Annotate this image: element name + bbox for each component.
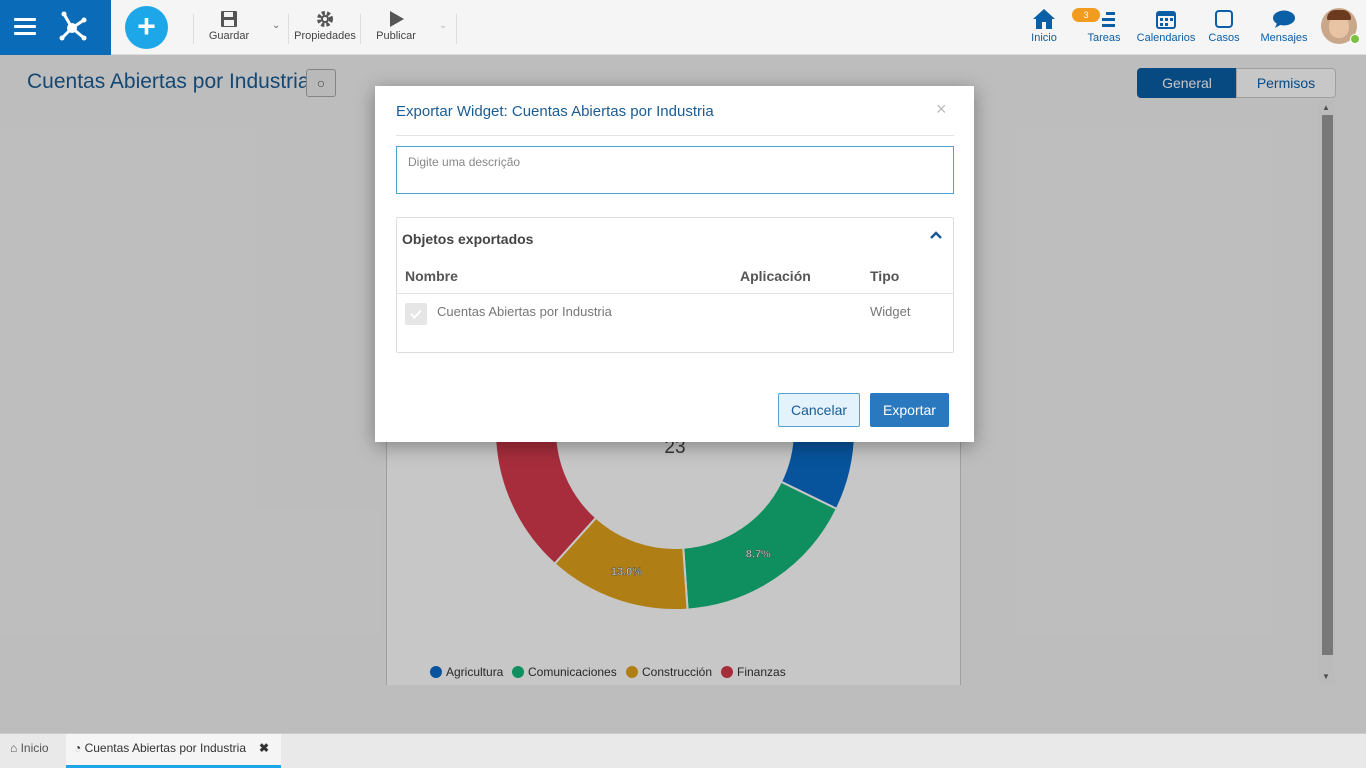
publish-button[interactable]: Publicar [374, 8, 418, 42]
cancel-button[interactable]: Cancelar [778, 393, 860, 427]
bottom-tab-home[interactable]: ⌂ Inicio [0, 734, 66, 768]
nav-cases-label: Casos [1208, 32, 1240, 44]
play-icon [390, 11, 404, 27]
toolbar-divider [360, 14, 361, 44]
row-name: Cuentas Abiertas por Industria [437, 304, 612, 319]
checkmark-icon [410, 309, 422, 319]
description-input[interactable] [396, 146, 954, 194]
nav-cases[interactable]: Casos [1206, 6, 1242, 44]
save-button[interactable]: Guardar [205, 8, 253, 42]
nav-home[interactable]: Inicio [1026, 6, 1062, 44]
properties-button[interactable]: Propiedades [292, 8, 358, 42]
bottom-tab-bar: ⌂ Inicio ◔ Cuentas Abiertas por Industri… [0, 733, 1366, 768]
toolbar-divider [193, 14, 194, 44]
nav-tasks-label: Tareas [1087, 32, 1121, 44]
app-logo-icon[interactable] [54, 8, 90, 44]
pie-chart-icon: ◔ [74, 741, 82, 755]
toolbar-divider [456, 14, 457, 44]
publish-label: Publicar [376, 30, 416, 42]
hamburger-menu-icon[interactable] [14, 18, 36, 36]
close-icon[interactable]: × [936, 99, 947, 120]
properties-label: Propiedades [294, 30, 356, 42]
exported-objects-panel: Objetos exportados Nombre Aplicación Tip… [396, 217, 954, 353]
online-status-icon [1350, 34, 1360, 44]
close-tab-icon[interactable]: ✖ [259, 734, 269, 762]
calendar-icon [1156, 11, 1176, 29]
nav-home-label: Inicio [1031, 32, 1057, 44]
column-header-name: Nombre [405, 268, 458, 284]
toolbar-divider [288, 14, 289, 44]
save-icon [221, 11, 237, 27]
chat-bubble-icon [1273, 10, 1295, 28]
row-checkbox[interactable] [405, 303, 427, 325]
section-title: Objetos exportados [402, 231, 534, 247]
tasks-count-badge: 3 [1072, 8, 1100, 22]
top-toolbar: + Guardar ⌄ Propiedades Publicar ⌄ Inici… [0, 0, 1366, 55]
cases-icon [1215, 10, 1233, 28]
row-type: Widget [870, 304, 911, 319]
publish-dropdown-chevron-icon[interactable]: ⌄ [439, 20, 447, 31]
nav-calendars[interactable]: Calendarios [1134, 6, 1198, 44]
nav-messages-label: Mensajes [1260, 32, 1308, 44]
dialog-divider [396, 135, 954, 136]
menu-block [0, 0, 111, 55]
column-header-app: Aplicación [740, 268, 811, 284]
home-icon: ⌂ [10, 741, 18, 755]
home-icon [1033, 9, 1055, 29]
nav-calendars-label: Calendarios [1136, 32, 1196, 44]
save-label: Guardar [208, 30, 250, 42]
dialog-title: Exportar Widget: Cuentas Abiertas por In… [396, 103, 714, 120]
gear-icon [317, 11, 333, 27]
table-divider [397, 293, 953, 294]
bottom-tab-widget-label: Cuentas Abiertas por Industria [84, 741, 247, 755]
bottom-tab-home-label: Inicio [20, 741, 49, 755]
column-header-type: Tipo [870, 268, 900, 284]
nav-messages[interactable]: Mensajes [1258, 6, 1310, 44]
export-button[interactable]: Exportar [870, 393, 949, 427]
chevron-up-icon[interactable] [929, 230, 943, 240]
save-dropdown-chevron-icon[interactable]: ⌄ [272, 20, 280, 31]
export-widget-dialog: Exportar Widget: Cuentas Abiertas por In… [375, 86, 974, 442]
add-button[interactable]: + [125, 6, 168, 49]
bottom-tab-widget[interactable]: ◔ Cuentas Abiertas por Industria ✖ [66, 734, 281, 768]
